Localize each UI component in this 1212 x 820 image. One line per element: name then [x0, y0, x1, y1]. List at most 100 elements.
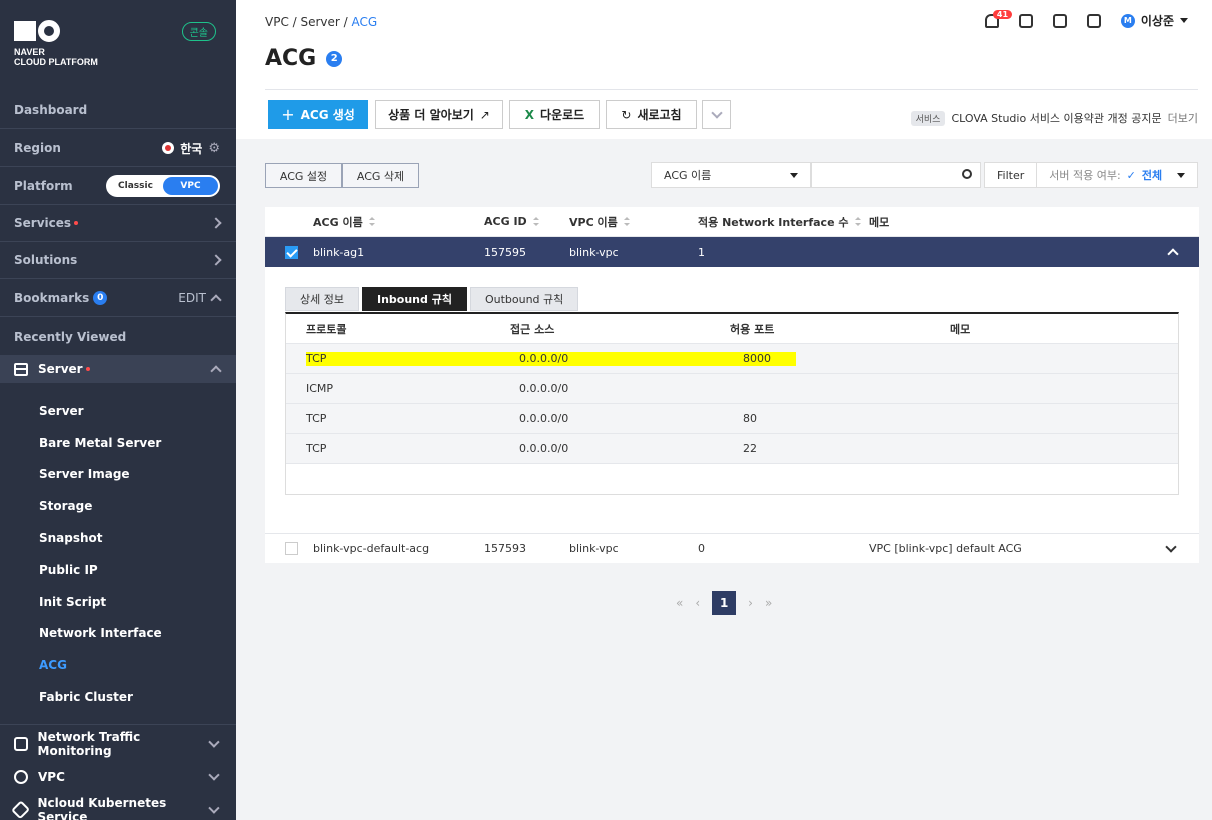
- submenu-item-bare-metal-server[interactable]: Bare Metal Server: [0, 427, 236, 459]
- next-page-icon[interactable]: ›: [748, 596, 753, 610]
- filter-button[interactable]: Filter: [985, 163, 1038, 187]
- tab-inbound-rules[interactable]: Inbound 규칙: [361, 287, 467, 311]
- breadcrumb-server[interactable]: Server: [301, 15, 340, 29]
- acg-table: ACG 이름 ACG ID VPC 이름 적용 Network Interfac…: [265, 207, 1199, 563]
- submenu-item-public-ip[interactable]: Public IP: [0, 554, 236, 586]
- more-actions-button[interactable]: [702, 100, 731, 129]
- solutions-label: Solutions: [14, 253, 78, 267]
- refresh-label: 새로고침: [637, 108, 682, 122]
- submenu-item-storage[interactable]: Storage: [0, 490, 236, 522]
- breadcrumb-vpc[interactable]: VPC: [265, 15, 289, 29]
- sidebar-group-network-traffic-monitoring[interactable]: Network Traffic Monitoring: [0, 727, 236, 760]
- logo-mark-icon: [14, 20, 98, 42]
- user-menu[interactable]: M 이상준: [1120, 12, 1188, 29]
- table-row: TCP 0.0.0.0/0 8000: [286, 344, 1178, 374]
- sidebar-item-bookmarks[interactable]: Bookmarks 0 EDIT: [0, 280, 236, 317]
- submenu-item-acg[interactable]: ACG: [0, 649, 236, 681]
- search-icon[interactable]: [962, 169, 972, 179]
- title-count-badge: 2: [326, 50, 343, 67]
- chevron-down-icon[interactable]: [1165, 540, 1177, 553]
- book-icon[interactable]: [1086, 13, 1101, 28]
- sidebar-item-region[interactable]: Region 한국 ⚙: [0, 130, 236, 167]
- submenu-item-server[interactable]: Server: [0, 395, 236, 427]
- notice-tag: 서비스: [910, 110, 946, 126]
- submenu-item-fabric-cluster[interactable]: Fabric Cluster: [0, 681, 236, 713]
- first-page-icon[interactable]: «: [676, 596, 683, 610]
- platform-toggle[interactable]: Classic VPC: [106, 175, 220, 197]
- cell-vpc-name: blink-vpc: [569, 542, 619, 555]
- sidebar-item-services[interactable]: Services: [0, 205, 236, 242]
- submenu-item-init-script[interactable]: Init Script: [0, 586, 236, 618]
- service-notice[interactable]: 서비스 CLOVA Studio 서비스 이용약관 개정 공지문 더보기: [910, 110, 1198, 126]
- server-apply-filter[interactable]: 서버 적용 여부: ✓ 전체: [1037, 167, 1197, 183]
- kubernetes-icon: [11, 799, 31, 820]
- table-row: ICMP 0.0.0.0/0: [286, 374, 1178, 404]
- edit-note-icon[interactable]: [1052, 13, 1067, 28]
- chevron-up-icon[interactable]: [1167, 248, 1179, 260]
- search-input[interactable]: [811, 162, 981, 188]
- filter-value: 전체: [1141, 169, 1163, 182]
- submenu-item-network-interface[interactable]: Network Interface: [0, 618, 236, 650]
- download-button[interactable]: X 다운로드: [509, 100, 600, 129]
- console-badge[interactable]: 콘솔: [181, 22, 216, 41]
- filter-control[interactable]: Filter 서버 적용 여부: ✓ 전체: [984, 162, 1198, 188]
- plus-icon: +: [281, 105, 295, 124]
- search-field-select[interactable]: ACG 이름: [651, 162, 811, 188]
- sidebar-item-recently-viewed[interactable]: Recently Viewed: [0, 318, 236, 355]
- naver-cloud-logo[interactable]: NAVER CLOUD PLATFORM: [14, 20, 98, 67]
- cell-protocol: TCP: [306, 352, 327, 365]
- column-acg-name[interactable]: ACG 이름: [313, 214, 484, 230]
- network-traffic-monitoring-label: Network Traffic Monitoring: [37, 729, 141, 758]
- cell-protocol: TCP: [306, 412, 327, 425]
- notice-more-link[interactable]: 더보기: [1168, 110, 1198, 126]
- cell-source: 0.0.0.0/0: [519, 382, 569, 395]
- sidebar-divider: [0, 724, 236, 725]
- acg-settings-button[interactable]: ACG 설정: [265, 163, 342, 188]
- submenu-item-server-image[interactable]: Server Image: [0, 459, 236, 491]
- table-row[interactable]: blink-vpc-default-acg 157593 blink-vpc 0…: [265, 533, 1199, 563]
- column-vpc-name[interactable]: VPC 이름: [569, 214, 698, 230]
- current-page[interactable]: 1: [712, 591, 737, 615]
- column-protocol: 프로토콜: [306, 322, 347, 336]
- bell-icon[interactable]: 41: [984, 9, 1013, 28]
- chat-icon[interactable]: [1018, 13, 1033, 28]
- breadcrumb-acg[interactable]: ACG: [352, 15, 378, 29]
- column-network-interface-count[interactable]: 적용 Network Interface 수: [698, 214, 869, 230]
- column-acg-id[interactable]: ACG ID: [484, 215, 569, 228]
- bookmarks-edit-link[interactable]: EDIT: [178, 291, 206, 305]
- create-acg-button[interactable]: + ACG 생성: [268, 100, 368, 129]
- notice-text[interactable]: CLOVA Studio 서비스 이용약관 개정 공지문: [951, 110, 1161, 126]
- tab-detail-info[interactable]: 상세 정보: [285, 287, 359, 311]
- row-checkbox[interactable]: [285, 245, 298, 259]
- prev-page-icon[interactable]: ‹: [695, 596, 700, 610]
- sidebar-item-platform: Platform Classic VPC: [0, 168, 236, 205]
- acg-delete-button[interactable]: ACG 삭제: [342, 163, 419, 188]
- cell-port: 22: [743, 442, 757, 455]
- chevron-up-icon[interactable]: [210, 294, 222, 306]
- avatar: M: [1120, 13, 1135, 28]
- caret-down-icon: [1177, 172, 1185, 178]
- caret-down-icon: [790, 172, 798, 178]
- dashboard-label: Dashboard: [14, 103, 88, 117]
- table-row[interactable]: blink-ag1 157595 blink-vpc 1: [265, 237, 1199, 267]
- sidebar-group-ncloud-kubernetes-service[interactable]: Ncloud Kubernetes Service: [0, 793, 236, 820]
- last-page-icon[interactable]: »: [765, 596, 772, 610]
- table-header: ACG 이름 ACG ID VPC 이름 적용 Network Interfac…: [265, 207, 1199, 237]
- sidebar-group-server[interactable]: Server: [0, 355, 236, 383]
- cell-acg-name: blink-vpc-default-acg: [313, 542, 430, 555]
- tab-outbound-rules[interactable]: Outbound 규칙: [469, 287, 579, 311]
- main-content: VPC / Server / ACG ACG 2 41 M 이상준 + ACG …: [236, 0, 1212, 820]
- logo-text-line2: CLOUD PLATFORM: [14, 57, 98, 67]
- sidebar-item-solutions[interactable]: Solutions: [0, 242, 236, 279]
- create-acg-label: ACG 생성: [300, 108, 355, 122]
- refresh-button[interactable]: ↻ 새로고침: [606, 100, 697, 129]
- gear-icon[interactable]: ⚙: [208, 141, 220, 156]
- platform-vpc-option[interactable]: VPC: [163, 177, 218, 195]
- learn-more-button[interactable]: 상품 더 알아보기 ↗: [375, 100, 503, 129]
- chevron-up-icon[interactable]: [210, 365, 222, 377]
- submenu-item-snapshot[interactable]: Snapshot: [0, 522, 236, 554]
- sidebar-group-vpc[interactable]: VPC: [0, 760, 236, 793]
- sidebar-item-dashboard[interactable]: Dashboard: [0, 92, 236, 129]
- platform-classic-option[interactable]: Classic: [108, 177, 163, 195]
- row-checkbox[interactable]: [285, 542, 298, 555]
